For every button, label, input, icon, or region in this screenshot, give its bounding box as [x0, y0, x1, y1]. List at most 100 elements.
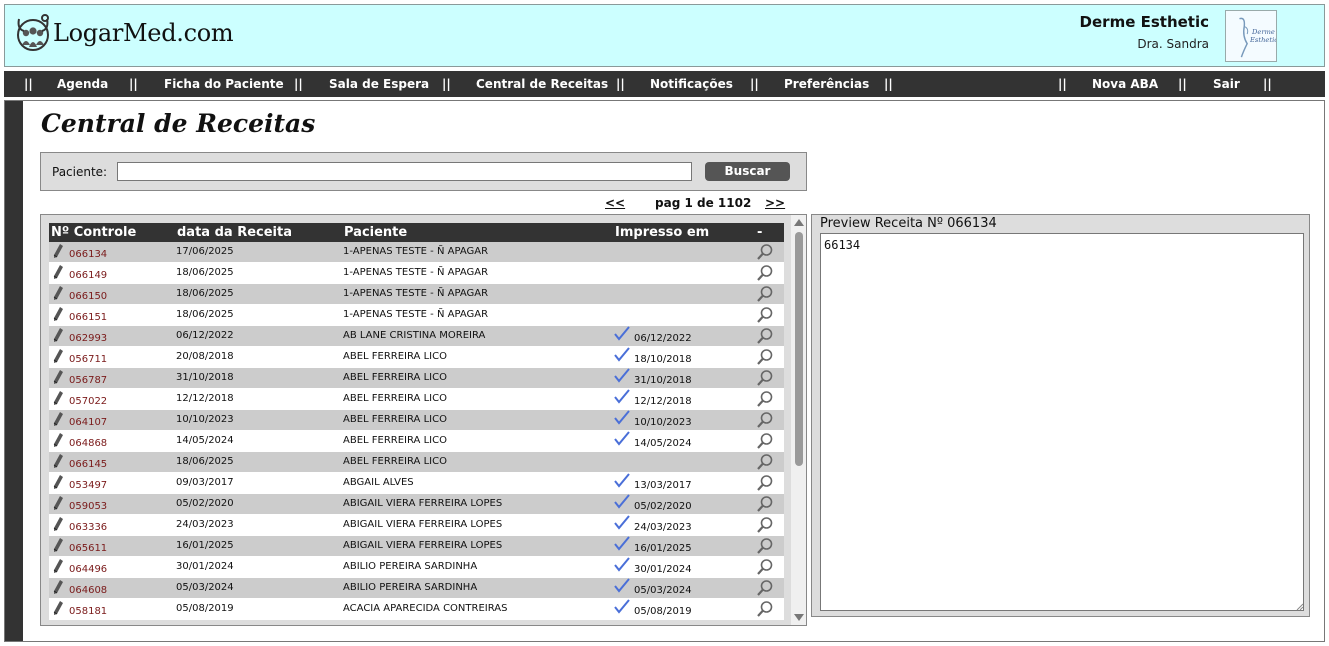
magnifier-icon[interactable]	[756, 516, 774, 534]
edit-pencil-icon[interactable]	[53, 307, 63, 322]
control-number-link[interactable]: 064107	[69, 417, 107, 428]
scroll-up-arrow-icon[interactable]	[794, 219, 804, 226]
edit-pencil-icon[interactable]	[53, 328, 63, 343]
table-row[interactable]: 066150 18/06/2025 1-APENAS TESTE - Ñ APAGA…	[49, 284, 784, 305]
nav-sair[interactable]: Sair	[1213, 77, 1240, 91]
nav-nova-aba[interactable]: Nova ABA	[1092, 77, 1158, 91]
control-number-link[interactable]: 062993	[69, 333, 107, 344]
control-number-link[interactable]: 066150	[69, 291, 107, 302]
control-number-link[interactable]: 053497	[69, 480, 107, 491]
control-number-link[interactable]: 057022	[69, 396, 107, 407]
edit-pencil-icon[interactable]	[53, 538, 63, 553]
magnifier-icon[interactable]	[756, 432, 774, 450]
magnifier-icon[interactable]	[756, 285, 774, 303]
magnifier-icon[interactable]	[756, 495, 774, 513]
magnifier-icon[interactable]	[756, 306, 774, 324]
patient-name: 1-APENAS TESTE - Ñ APAGAR	[343, 267, 489, 278]
edit-pencil-icon[interactable]	[53, 559, 63, 574]
logo[interactable]: LogarMed.com	[15, 13, 234, 53]
magnifier-icon[interactable]	[756, 600, 774, 618]
table-row[interactable]: 064107 10/10/2023 ABEL FERREIRA LICO 10/10/…	[49, 410, 784, 431]
table-row[interactable]: 066134 17/06/2025 1-APENAS TESTE - Ñ APAGA…	[49, 242, 784, 263]
table-row[interactable]: 064608 05/03/2024 ABILIO PEREIRA SARDINHA 0…	[49, 578, 784, 599]
scroll-thumb[interactable]	[795, 232, 803, 466]
patient-name: ABEL FERREIRA LICO	[343, 372, 447, 383]
search-label: Paciente:	[52, 165, 108, 179]
preview-textarea[interactable]: 66134	[820, 233, 1304, 611]
control-number-link[interactable]: 066151	[69, 312, 107, 323]
edit-pencil-icon[interactable]	[53, 433, 63, 448]
magnifier-icon[interactable]	[756, 558, 774, 576]
magnifier-icon[interactable]	[756, 327, 774, 345]
control-number-link[interactable]: 063336	[69, 522, 107, 533]
magnifier-icon[interactable]	[756, 411, 774, 429]
magnifier-icon[interactable]	[756, 453, 774, 471]
printed-check-icon	[614, 599, 630, 614]
magnifier-icon[interactable]	[756, 348, 774, 366]
control-number-link[interactable]: 066149	[69, 270, 107, 281]
table-row[interactable]: 057022 12/12/2018 ABEL FERREIRA LICO 12/12/…	[49, 389, 784, 410]
control-number-link[interactable]: 064496	[69, 564, 107, 575]
edit-pencil-icon[interactable]	[53, 349, 63, 364]
nav-preferencias[interactable]: Preferências	[784, 77, 869, 91]
search-button[interactable]: Buscar	[705, 162, 790, 181]
table-row[interactable]: 056711 20/08/2018 ABEL FERREIRA LICO 18/10/…	[49, 347, 784, 368]
edit-pencil-icon[interactable]	[53, 370, 63, 385]
table-row[interactable]: 066151 18/06/2025 1-APENAS TESTE - Ñ APAGA…	[49, 305, 784, 326]
edit-pencil-icon[interactable]	[53, 601, 63, 616]
magnifier-icon[interactable]	[756, 474, 774, 492]
pager-next-link[interactable]: >>	[765, 196, 785, 210]
table-row[interactable]: 065611 16/01/2025 ABIGAIL VIERA FERREIRA L…	[49, 536, 784, 557]
scroll-down-arrow-icon[interactable]	[794, 614, 804, 621]
magnifier-icon[interactable]	[756, 579, 774, 597]
table-row[interactable]: 053497 09/03/2017 ABGAIL ALVES 13/03/2017	[49, 473, 784, 494]
nav-notificacoes[interactable]: Notificações	[650, 77, 733, 91]
magnifier-icon[interactable]	[756, 243, 774, 261]
edit-pencil-icon[interactable]	[53, 244, 63, 259]
table-row[interactable]: 064868 14/05/2024 ABEL FERREIRA LICO 14/05/…	[49, 431, 784, 452]
printed-check-icon	[614, 557, 630, 572]
table-row[interactable]: 059053 05/02/2020 ABIGAIL VIERA FERREIRA L…	[49, 494, 784, 515]
table-row[interactable]: 066149 18/06/2025 1-APENAS TESTE - Ñ APAGA…	[49, 263, 784, 284]
table-row[interactable]: 058181 05/08/2019 ACACIA APARECIDA CONTREI…	[49, 599, 784, 620]
edit-pencil-icon[interactable]	[53, 454, 63, 469]
left-bar	[5, 101, 23, 641]
edit-pencil-icon[interactable]	[53, 496, 63, 511]
edit-pencil-icon[interactable]	[53, 412, 63, 427]
edit-pencil-icon[interactable]	[53, 286, 63, 301]
prescriptions-list-panel[interactable]: Nº Controle data da Receita Paciente Imp…	[40, 214, 807, 626]
edit-pencil-icon[interactable]	[53, 517, 63, 532]
list-scrollbar[interactable]	[790, 215, 806, 625]
nav-central-receitas[interactable]: Central de Receitas	[476, 77, 608, 91]
magnifier-icon[interactable]	[756, 537, 774, 555]
magnifier-icon[interactable]	[756, 264, 774, 282]
app-root: LogarMed.com Derme Esthetic Dra. Sandra …	[0, 0, 1329, 646]
patient-search-input[interactable]	[117, 162, 692, 181]
table-row[interactable]: 064496 30/01/2024 ABILIO PEREIRA SARDINHA 3…	[49, 557, 784, 578]
nav-sala-espera[interactable]: Sala de Espera	[329, 77, 429, 91]
nav-agenda[interactable]: Agenda	[57, 77, 108, 91]
edit-pencil-icon[interactable]	[53, 475, 63, 490]
col-impresso: Impresso em	[615, 225, 710, 240]
edit-pencil-icon[interactable]	[53, 391, 63, 406]
table-row[interactable]: 063336 24/03/2023 ABIGAIL VIERA FERREIRA L…	[49, 515, 784, 536]
control-number-link[interactable]: 056787	[69, 375, 107, 386]
magnifier-icon[interactable]	[756, 369, 774, 387]
control-number-link[interactable]: 058181	[69, 606, 107, 617]
table-row[interactable]: 066145 18/06/2025 ABEL FERREIRA LICO	[49, 452, 784, 473]
edit-pencil-icon[interactable]	[53, 265, 63, 280]
table-row[interactable]: 062993 06/12/2022 AB LANE CRISTINA MOREIRA…	[49, 326, 784, 347]
pager-prev-link[interactable]: <<	[605, 196, 625, 210]
control-number-link[interactable]: 066134	[69, 249, 107, 260]
control-number-link[interactable]: 056711	[69, 354, 107, 365]
control-number-link[interactable]: 059053	[69, 501, 107, 512]
resize-grip-icon[interactable]	[1296, 603, 1304, 611]
table-row[interactable]: 056787 31/10/2018 ABEL FERREIRA LICO 31/10/…	[49, 368, 784, 389]
nav-ficha-paciente[interactable]: Ficha do Paciente	[164, 77, 284, 91]
control-number-link[interactable]: 066145	[69, 459, 107, 470]
control-number-link[interactable]: 064868	[69, 438, 107, 449]
control-number-link[interactable]: 065611	[69, 543, 107, 554]
magnifier-icon[interactable]	[756, 390, 774, 408]
control-number-link[interactable]: 064608	[69, 585, 107, 596]
edit-pencil-icon[interactable]	[53, 580, 63, 595]
